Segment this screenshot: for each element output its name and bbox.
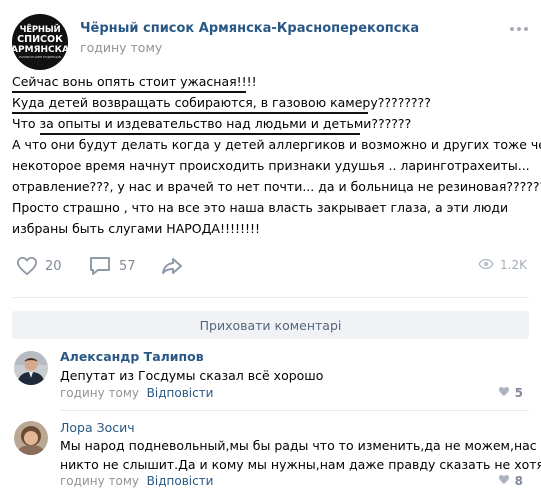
post-line: А что они будут делать когда у детей алл… (12, 137, 541, 152)
comment-count: 57 (119, 258, 136, 274)
comment-meta: годину тому Відповісти (60, 474, 213, 488)
avatar-text-line: СПИСОК (17, 33, 63, 45)
comment-time-link[interactable]: годину тому (60, 474, 139, 488)
heart-icon (498, 474, 510, 488)
comment-like-button[interactable]: 5 (498, 386, 523, 400)
reply-link[interactable]: Відповісти (147, 474, 214, 488)
like-button[interactable]: 20 (16, 256, 62, 276)
comment-text: Депутат из Госдумы сказал всё хорошо (60, 368, 324, 383)
post-line: Просто страшно , что на все это наша вла… (12, 200, 509, 215)
post-line: Что за опыты и издевательство над людьми… (12, 116, 412, 131)
post-line: некоторое время начнут происходить призн… (12, 158, 530, 173)
group-name-link[interactable]: Чёрный список Армянска-Красноперекопска (80, 21, 419, 36)
comment-button[interactable]: 57 (89, 256, 136, 276)
share-icon (161, 257, 183, 275)
hide-comments-button[interactable]: Приховати коментарі (12, 311, 529, 339)
post-time-link[interactable]: годину тому (80, 40, 162, 55)
post-line: Сейчас вонь опять стоит ужасная!!!! (12, 74, 257, 89)
comment-author-link[interactable]: Александр Талипов (60, 349, 204, 364)
avatar-text-line: АРМЯНСКА (11, 44, 69, 55)
underline-stroke (12, 91, 246, 93)
heart-icon (16, 256, 38, 276)
comment-author-link[interactable]: Лора Зосич (60, 420, 135, 435)
comment-text: никто не слышит.Да и кому мы нужны,нам д… (60, 457, 541, 472)
post-line: Куда детей возвращать собираются, в газо… (12, 95, 431, 110)
comment-text: Мы народ подневольный,мы бы рады что то … (60, 438, 537, 453)
divider (60, 410, 529, 411)
divider (12, 297, 529, 298)
comment-time-link[interactable]: годину тому (60, 386, 139, 400)
heart-icon (498, 386, 510, 400)
share-button[interactable] (161, 257, 183, 275)
post-line: избраны быть слугами НАРОДА!!!!!!!! (12, 221, 261, 236)
post-line: отравление???, у нас и врачей то нет поч… (12, 179, 541, 194)
reply-link[interactable]: Відповісти (147, 386, 214, 400)
avatar-text-line: ЧЁРНЫЙ (19, 24, 61, 35)
comment-like-count: 8 (514, 474, 523, 488)
commenter-avatar[interactable] (14, 351, 48, 385)
comment-icon (89, 256, 111, 276)
like-count: 20 (45, 258, 62, 274)
comment-like-count: 5 (514, 386, 523, 400)
more-icon[interactable] (509, 20, 529, 36)
underline-stroke (40, 133, 360, 135)
views-count: 1.2K (500, 258, 527, 272)
underline-stroke (12, 112, 368, 114)
eye-icon (478, 258, 494, 272)
commenter-avatar[interactable] (14, 421, 48, 455)
group-avatar[interactable]: ЧЁРНЫЙ СПИСОК АРМЯНСКА РАЗОБЛАЧАЕМ ПОДЛЕ… (11, 14, 69, 70)
comment-like-button[interactable]: 8 (498, 474, 523, 488)
views-counter: 1.2K (478, 258, 527, 272)
comment-meta: годину тому Відповісти (60, 386, 213, 400)
avatar-text-line: РАЗОБЛАЧАЕМ ПОДЛЕЦОВ (19, 54, 61, 59)
